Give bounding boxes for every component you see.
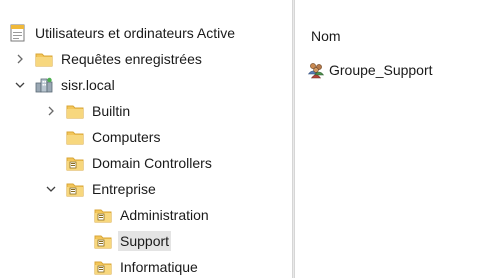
ou-icon — [66, 154, 84, 172]
tree-item-label: Computers — [92, 129, 161, 145]
folder-icon — [35, 50, 53, 68]
chevron-down-icon[interactable] — [44, 181, 58, 197]
chevron-right-icon[interactable] — [13, 51, 27, 67]
tree-item-label: Administration — [120, 207, 209, 223]
tree-item-informatique[interactable]: Informatique — [94, 255, 200, 278]
tree-item-support[interactable]: Support — [94, 229, 172, 253]
tree-item-computers[interactable]: Computers — [66, 125, 162, 149]
folder-icon — [66, 102, 84, 120]
tree-item-label: Builtin — [92, 103, 131, 119]
tree-item-label: Domain Controllers — [92, 155, 212, 171]
chevron-right-icon[interactable] — [44, 103, 58, 119]
ou-icon — [94, 258, 112, 276]
aduc-console-icon — [9, 24, 27, 42]
tree-item-root[interactable]: Utilisateurs et ordinateurs Active — [9, 21, 237, 45]
folder-icon — [66, 128, 84, 146]
chevron-down-icon[interactable] — [13, 77, 27, 93]
tree-item-label: Utilisateurs et ordinateurs Active — [35, 25, 235, 41]
column-header-name[interactable]: Nom — [311, 26, 341, 46]
list-item-label: Groupe_Support — [329, 62, 433, 78]
tree-item-domain[interactable]: sisr.local — [13, 73, 117, 97]
tree-item-entreprise[interactable]: Entreprise — [44, 177, 158, 201]
details-list[interactable]: Nom Groupe_Support — [295, 0, 488, 278]
domain-icon — [35, 76, 53, 94]
ou-icon — [94, 232, 112, 250]
ou-icon — [66, 180, 84, 198]
group-icon — [307, 61, 325, 79]
list-item[interactable]: Groupe_Support — [307, 59, 435, 81]
tree-item-label: Requêtes enregistrées — [61, 51, 202, 67]
ou-icon — [94, 206, 112, 224]
tree-item-builtin[interactable]: Builtin — [44, 99, 132, 123]
tree-item-saved-queries[interactable]: Requêtes enregistrées — [13, 47, 204, 71]
tree-item-administration[interactable]: Administration — [94, 203, 211, 227]
column-header-label: Nom — [311, 28, 341, 44]
tree-item-domain-controllers[interactable]: Domain Controllers — [66, 151, 214, 175]
tree-item-label: Support — [118, 231, 172, 251]
console-tree[interactable]: Utilisateurs et ordinateurs Active Requê… — [0, 0, 292, 278]
tree-item-label: Informatique — [120, 259, 198, 275]
tree-item-label: sisr.local — [61, 77, 115, 93]
tree-item-label: Entreprise — [92, 181, 156, 197]
